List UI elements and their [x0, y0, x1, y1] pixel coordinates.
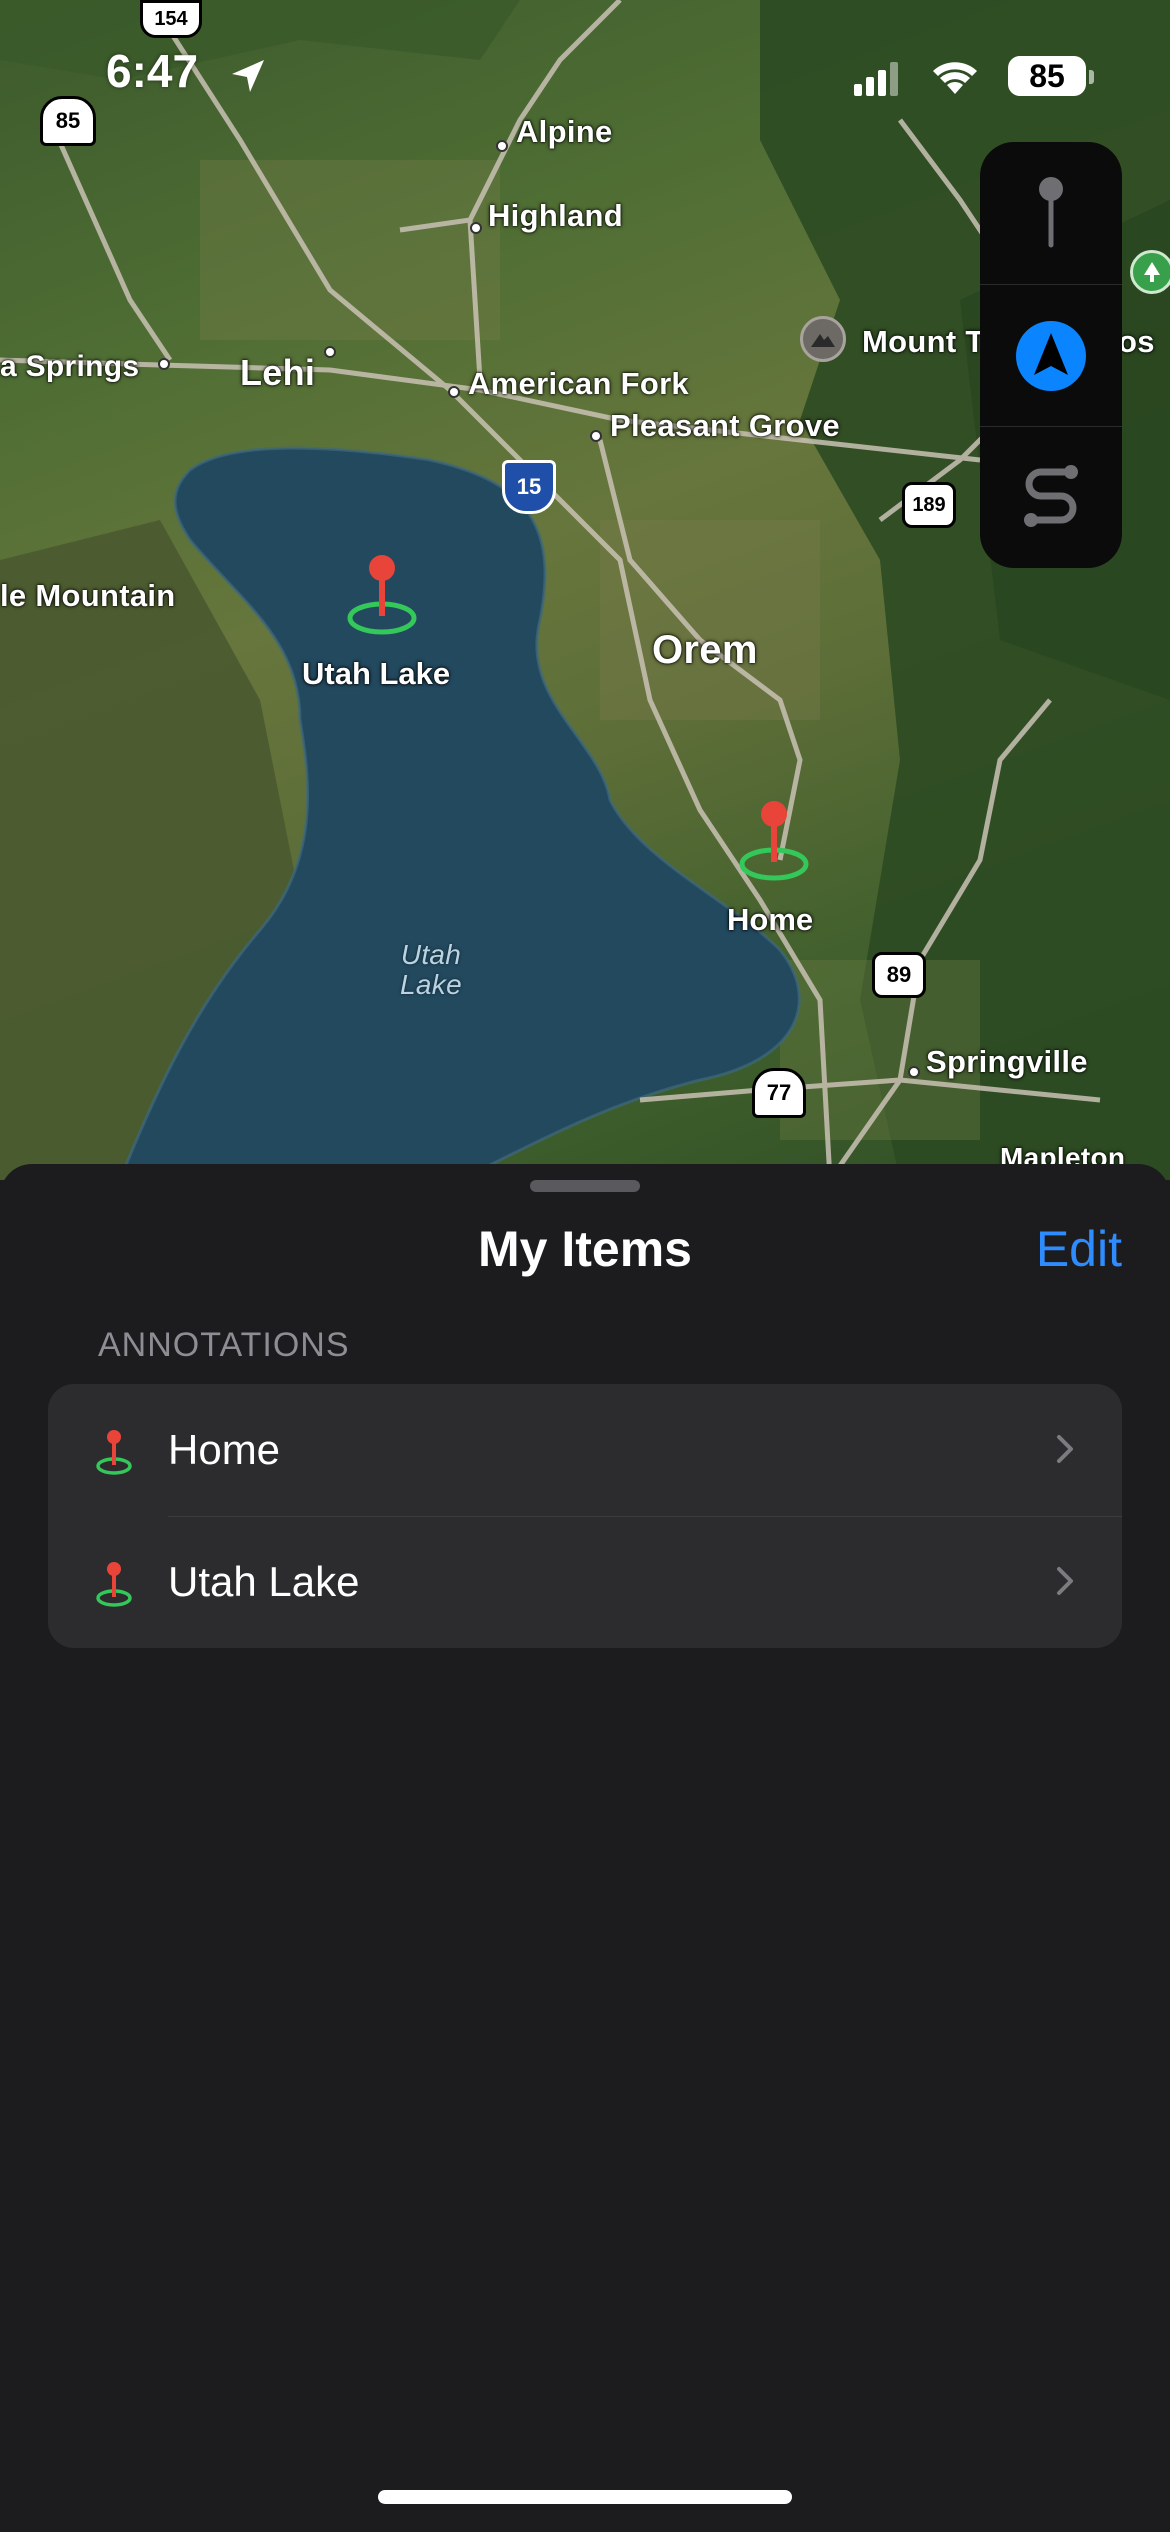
route-icon: [1024, 464, 1078, 527]
place-label-springs[interactable]: a Springs: [0, 350, 139, 384]
annotation-pin-icon: [96, 1430, 132, 1475]
route-shield-77: 77: [752, 1068, 806, 1118]
place-label-orem[interactable]: Orem: [652, 628, 758, 673]
place-dot: [448, 386, 460, 398]
place-label-mountain[interactable]: le Mountain: [0, 578, 176, 614]
us-shield-89: 89: [872, 952, 926, 998]
add-pin-button[interactable]: [980, 142, 1122, 284]
list-item-label: Utah Lake: [168, 1558, 360, 1605]
map-pin-icon: [739, 801, 809, 881]
place-dot: [590, 430, 602, 442]
cellular-signal-icon: [854, 62, 898, 96]
mountain-peak-icon[interactable]: [800, 316, 846, 362]
pin-icon: [1039, 177, 1063, 248]
park-tree-icon[interactable]: [1130, 250, 1170, 294]
place-label-mount-timpanogos-tail[interactable]: os: [1118, 324, 1155, 360]
annotation-pin-icon: [96, 1562, 132, 1607]
list-item-utah-lake[interactable]: Utah Lake: [48, 1516, 1122, 1648]
navigation-arrow-icon: [1016, 320, 1086, 391]
status-time: 6:47: [106, 45, 199, 97]
place-label-highland[interactable]: Highland: [488, 198, 623, 234]
place-dot: [470, 222, 482, 234]
interstate-shield-15: 15: [502, 460, 556, 514]
edit-button[interactable]: Edit: [1036, 1220, 1122, 1278]
map-controls: [980, 142, 1122, 568]
my-items-sheet: My Items Edit ANNOTATIONS Home Utah Lake: [0, 1164, 1170, 2532]
place-label-mount-timpanogos[interactable]: Mount T: [862, 324, 985, 360]
place-label-lehi[interactable]: Lehi: [240, 352, 315, 394]
annotation-label-home[interactable]: Home: [727, 902, 813, 938]
place-label-american-fork[interactable]: American Fork: [468, 366, 689, 402]
water-label-utah-lake: Utah Lake: [400, 939, 462, 1000]
chevron-right-icon: [1057, 1567, 1073, 1595]
navigation-button[interactable]: [980, 284, 1122, 426]
route-button[interactable]: [980, 426, 1122, 568]
section-header-annotations: ANNOTATIONS: [98, 1326, 350, 1364]
home-indicator[interactable]: [378, 2490, 792, 2504]
place-dot: [908, 1066, 920, 1078]
place-dot: [324, 346, 336, 358]
wifi-icon: [933, 62, 977, 94]
annotation-pin-utah-lake[interactable]: [342, 552, 422, 642]
chevron-right-icon: [1057, 1435, 1073, 1463]
annotation-pin-home[interactable]: [734, 798, 814, 888]
battery-tip: [1089, 70, 1094, 84]
place-label-pleasant-grove[interactable]: Pleasant Grove: [610, 408, 840, 444]
list-item-label: Home: [168, 1426, 281, 1473]
sheet-grabber[interactable]: [530, 1180, 640, 1192]
us-shield-189: 189: [902, 482, 956, 528]
list-item-home[interactable]: Home: [48, 1384, 1122, 1517]
map-pin-icon: [347, 555, 417, 635]
location-arrow-icon: [232, 60, 264, 92]
annotations-list: Home Utah Lake: [48, 1384, 1122, 1648]
annotation-label-utah-lake[interactable]: Utah Lake: [302, 656, 450, 692]
place-dot: [158, 358, 170, 370]
battery-indicator: 85: [1008, 56, 1086, 96]
status-bar: 6:47 85: [0, 0, 1170, 150]
place-label-springville[interactable]: Springville: [926, 1044, 1088, 1080]
sheet-title: My Items: [478, 1221, 692, 1277]
